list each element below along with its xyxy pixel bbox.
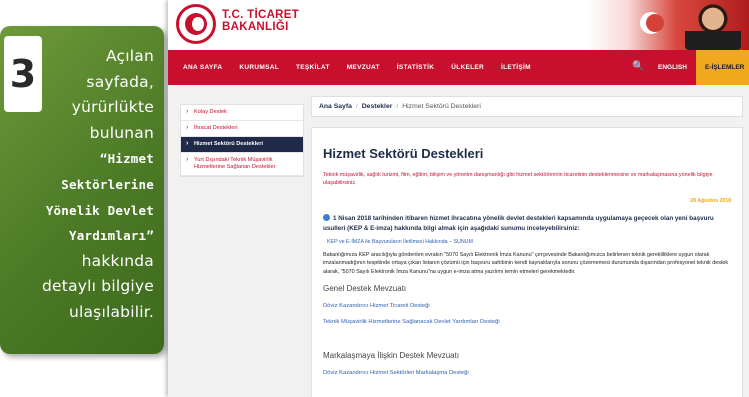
e-islemler-button[interactable]: E-İŞLEMLER xyxy=(696,50,749,85)
header-banner xyxy=(588,0,749,50)
site-header: T.C. TİCARET BAKANLIĞI xyxy=(168,0,749,50)
breadcrumb-separator: / xyxy=(355,103,358,110)
instruction-text: Açılan sayfada, yürürlükte bulunan “Hizm… xyxy=(38,44,154,326)
intro-text: Teknik müşavirlik, sağlık turizmi, film,… xyxy=(323,172,713,186)
link-teknik-musavirlik[interactable]: Teknik Müşavirlik Hizmetlerine Sağlanaca… xyxy=(323,319,731,325)
portrait-image xyxy=(685,2,741,50)
search-icon[interactable]: 🔍 xyxy=(632,61,644,72)
nav-mevzuat[interactable]: MEVZUAT xyxy=(347,64,380,71)
language-link[interactable]: ENGLISH xyxy=(658,64,687,71)
breadcrumb-home[interactable]: Ana Sayfa xyxy=(319,103,352,110)
nav-teskilat[interactable]: TEŞKİLAT xyxy=(296,64,330,71)
notice-text: 1 Nisan 2018 tarihinden itibaren hizmet … xyxy=(323,214,731,234)
breadcrumb-section[interactable]: Destekler xyxy=(362,103,393,110)
heading-genel-mevzuat: Genel Destek Mevzuatı xyxy=(323,284,407,294)
website-screenshot: T.C. TİCARET BAKANLIĞI ANA SAYFA KURUMSA… xyxy=(168,0,749,397)
sidebar-item-kolay-destek[interactable]: Kolay Destek xyxy=(181,105,303,121)
breadcrumb-separator: / xyxy=(396,103,399,110)
main-nav: ANA SAYFA KURUMSAL TEŞKİLAT MEVZUAT İSTA… xyxy=(168,50,749,85)
nav-istatistik[interactable]: İSTATİSTİK xyxy=(397,64,434,71)
instruction-text-before: Açılan sayfada, yürürlükte bulunan xyxy=(71,47,154,142)
publish-date: 28 Ağustos 2018 xyxy=(690,198,731,204)
ministry-logo-icon[interactable] xyxy=(176,4,216,44)
step-number: 3 xyxy=(4,36,42,112)
link-doviz-kazandirici[interactable]: Döviz Kazandırıcı Hizmet Ticareti Desteğ… xyxy=(323,303,731,309)
brand-name[interactable]: T.C. TİCARET BAKANLIĞI xyxy=(222,9,299,33)
sidebar: Kolay Destek İhracat Destekleri Hizmet S… xyxy=(180,104,304,177)
sidebar-item-teknik-musavirlik[interactable]: Yurt Dışındaki Teknik Müşavirlik Hizmetl… xyxy=(181,153,303,176)
nav-kurumsal[interactable]: KURUMSAL xyxy=(239,64,279,71)
heading-markalasma-mevzuat: Markalaşmaya İlişkin Destek Mevzuatı xyxy=(323,351,460,361)
nav-iletisim[interactable]: İLETİŞİM xyxy=(501,64,531,71)
instruction-text-after: hakkında detaylı bilgiye ulaşılabilir. xyxy=(42,251,154,321)
instruction-card: 3 Açılan sayfada, yürürlükte bulunan “Hi… xyxy=(0,26,164,354)
breadcrumb: Ana Sayfa / Destekler / Hizmet Sektörü D… xyxy=(311,96,743,117)
crescent-star-icon xyxy=(640,12,664,34)
content-panel: Hizmet Sektörü Destekleri Teknik müşavir… xyxy=(311,127,743,397)
body-text: Bakanlığımıza KEP aracılığıyla gönderile… xyxy=(323,252,729,275)
info-icon xyxy=(323,214,330,221)
link-markalasma-destegi[interactable]: Döviz Kazandırıcı Hizmet Sektörleri Mark… xyxy=(323,370,731,376)
instruction-highlight: “Hizmet Sektörlerine Yönelik Devlet Yard… xyxy=(45,151,154,244)
brand-line1: T.C. TİCARET xyxy=(222,9,300,21)
nav-ana-sayfa[interactable]: ANA SAYFA xyxy=(183,64,222,71)
page-title: Hizmet Sektörü Destekleri xyxy=(323,146,484,161)
brand-line2: BAKANLIĞI xyxy=(222,21,289,33)
notice-body: 1 Nisan 2018 tarihinden itibaren hizmet … xyxy=(323,215,714,232)
sidebar-item-ihracat-destekleri[interactable]: İhracat Destekleri xyxy=(181,121,303,137)
sidebar-item-hizmet-sektoru[interactable]: Hizmet Sektörü Destekleri xyxy=(181,137,303,153)
nav-ulkeler[interactable]: ÜLKELER xyxy=(451,64,484,71)
sunum-link[interactable]: KEP ve E-İMZA ile Başvuruların İletilmes… xyxy=(327,239,731,245)
breadcrumb-current: Hizmet Sektörü Destekleri xyxy=(402,103,481,110)
